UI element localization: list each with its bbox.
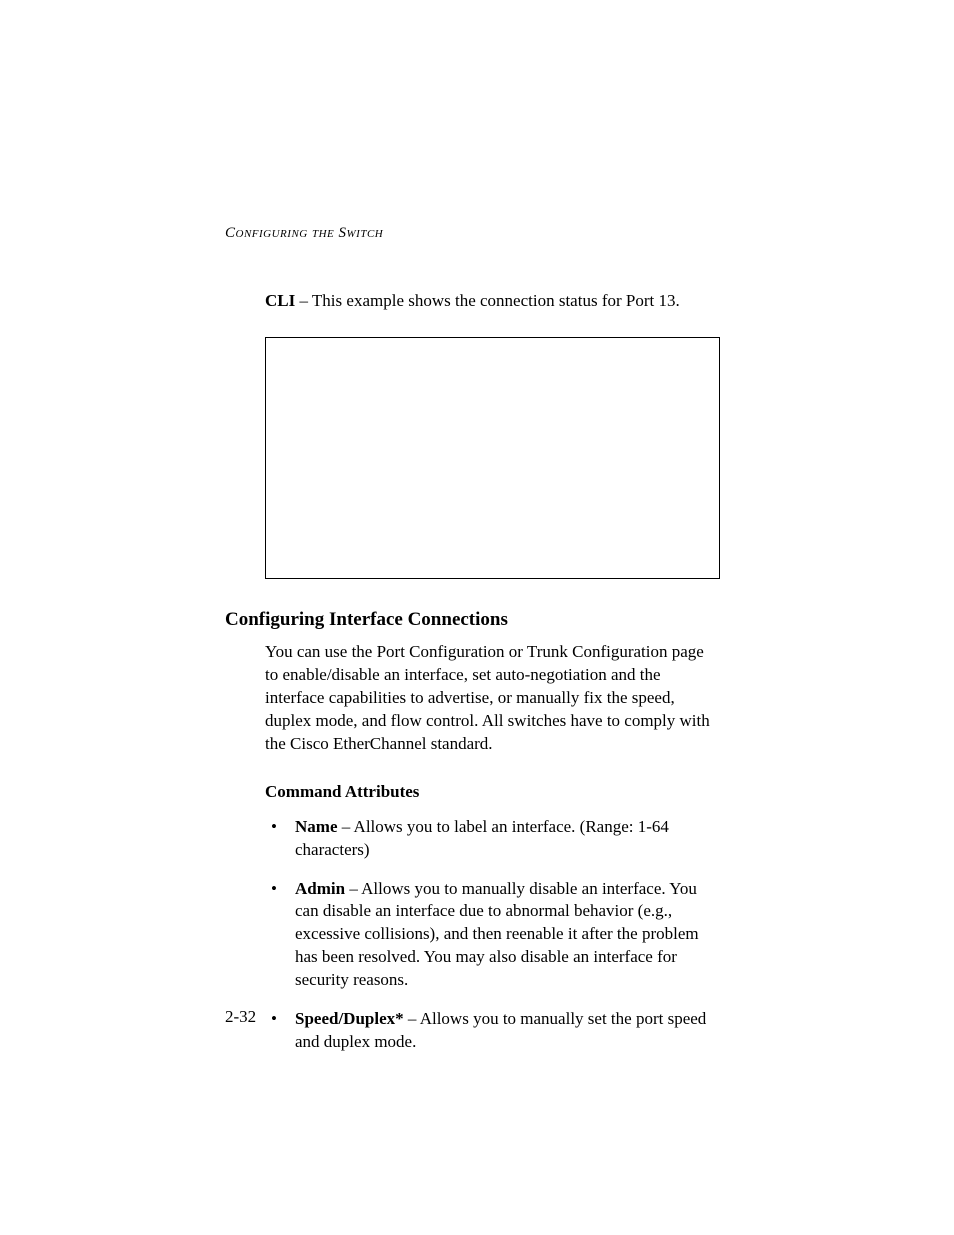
section-heading: Configuring Interface Connections [225, 609, 719, 631]
cli-rest: – This example shows the connection stat… [295, 291, 680, 310]
list-item: Admin – Allows you to manually disable a… [265, 878, 719, 993]
running-head: Configuring the Switch [225, 225, 719, 242]
attr-term: Speed/Duplex* [295, 1009, 404, 1028]
cli-output-box [265, 337, 720, 579]
list-item: Speed/Duplex* – Allows you to manually s… [265, 1008, 719, 1054]
section-body: You can use the Port Configuration or Tr… [225, 641, 719, 756]
document-page: Configuring the Switch CLI – This exampl… [0, 0, 954, 1235]
attr-term: Admin [295, 879, 345, 898]
list-item: Name – Allows you to label an interface.… [265, 816, 719, 862]
cli-intro: CLI – This example shows the connection … [225, 290, 719, 313]
attributes-list: Name – Allows you to label an interface.… [225, 816, 719, 1054]
attr-desc: – Allows you to label an interface. (Ran… [295, 817, 669, 859]
attr-term: Name [295, 817, 337, 836]
cli-lead: CLI [265, 291, 295, 310]
attr-desc: – Allows you to manually disable an inte… [295, 879, 699, 990]
page-number: 2-32 [225, 1007, 256, 1027]
command-attributes-heading: Command Attributes [225, 782, 719, 802]
